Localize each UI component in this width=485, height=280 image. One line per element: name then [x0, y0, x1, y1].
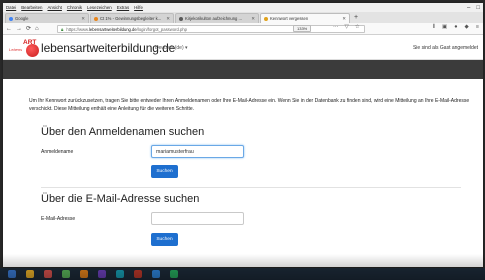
intro-text: Um Ihr Kennwort zurückzusetzen, tragen S…	[29, 98, 470, 112]
photo-backdrop: Datei Bearbeiten Ansicht Chronik Lesezei…	[0, 0, 485, 280]
tab-label: Kirjekorikulton aufzeichnung ...	[185, 16, 243, 21]
section-username-title: Über den Anmeldenamen suchen	[41, 126, 205, 138]
tab-label: Ct 1% - Gewinnungsbegleiter k...	[100, 16, 162, 21]
explorer-icon[interactable]	[26, 270, 34, 278]
home-icon[interactable]: ⌂	[35, 26, 39, 32]
url-bar[interactable]: 🔒︎ https://www. lebensartweiterbildung.d…	[57, 25, 365, 33]
tab-google[interactable]: Google ✕	[5, 13, 89, 23]
maximize-icon[interactable]: □	[476, 5, 480, 11]
search-username-button[interactable]: Suchen	[151, 165, 178, 178]
menu-item-bearbeiten[interactable]: Bearbeiten	[21, 5, 42, 10]
language-selector[interactable]: Deutsch (de) ▾	[155, 45, 188, 51]
menu-item-extras[interactable]: Extras	[117, 5, 129, 10]
app-icon[interactable]	[134, 270, 142, 278]
zoom-indicator[interactable]: 133%	[293, 25, 312, 32]
extension-icon[interactable]: ●	[454, 24, 457, 31]
more-icon[interactable]: ···	[333, 24, 339, 30]
site-header: Lebens ART lebensartweiterbildung.de Deu…	[3, 36, 483, 60]
url-domain: lebensartweiterbildung.de	[88, 26, 137, 32]
tab-kennwort-vergessen[interactable]: Kennwort vergessen ✕	[260, 13, 350, 23]
menu-item-hilfe[interactable]: Hilfe	[134, 5, 143, 10]
header-banner	[3, 60, 483, 79]
app-icon[interactable]	[152, 270, 160, 278]
app-icon[interactable]	[98, 270, 106, 278]
tab-label: Kennwort vergessen	[270, 16, 309, 21]
new-tab-icon[interactable]: +	[354, 14, 358, 21]
menu-item-lesezeichen[interactable]: Lesezeichen	[87, 5, 112, 10]
tab-label: Google	[15, 16, 29, 21]
close-tab-icon[interactable]: ✕	[81, 16, 85, 22]
app-icon[interactable]	[62, 270, 70, 278]
main-content: Um Ihr Kennwort zurückzusetzen, tragen S…	[3, 79, 483, 267]
section-divider	[41, 187, 461, 188]
app-icon[interactable]	[170, 270, 178, 278]
reload-icon[interactable]: ⟳	[26, 25, 31, 32]
minimize-icon[interactable]: –	[467, 5, 470, 11]
menu-bar: Datei Bearbeiten Ansicht Chronik Lesezei…	[3, 3, 483, 12]
sidebar-icon[interactable]: ▣	[442, 24, 447, 31]
menu-item-datei[interactable]: Datei	[6, 5, 16, 10]
bookmark-star-icon[interactable]: ☆	[355, 24, 360, 30]
email-label: E-Mail-Adresse	[41, 216, 76, 222]
email-input[interactable]	[151, 212, 244, 225]
logo-small-text: Lebens	[9, 47, 23, 52]
site-favicon-icon	[264, 16, 268, 21]
url-actions: ··· ▽ ☆	[333, 24, 360, 30]
site-favicon-icon	[179, 16, 183, 21]
extension2-icon[interactable]: ◆	[465, 24, 469, 31]
menu-item-ansicht[interactable]: Ansicht	[48, 5, 62, 10]
logo-circle-icon	[26, 44, 39, 57]
close-tab-icon[interactable]: ✕	[342, 16, 346, 22]
url-prefix: https://www.	[66, 26, 89, 32]
logo-mark-icon: Lebens ART	[9, 39, 41, 57]
browser-window: Datei Bearbeiten Ansicht Chronik Lesezei…	[3, 3, 483, 267]
close-tab-icon[interactable]: ✕	[251, 16, 255, 22]
toolbar-icons: ⫴ ▣ ● ◆ ≡	[433, 24, 479, 31]
url-path: /login/forgot_password.php	[136, 26, 188, 32]
tab-strip: Google ✕ Ct 1% - Gewinnungsbegleiter k..…	[3, 12, 483, 23]
tab-gewinnung[interactable]: Ct 1% - Gewinnungsbegleiter k... ✕	[90, 13, 174, 23]
lock-icon: 🔒︎	[61, 26, 64, 32]
username-input[interactable]: mariamusterfrau	[151, 145, 244, 158]
start-icon[interactable]	[8, 270, 16, 278]
site-favicon-icon	[94, 16, 98, 21]
google-favicon-icon	[9, 16, 13, 21]
pocket-icon[interactable]: ▽	[345, 24, 349, 30]
taskbar	[0, 268, 485, 280]
navigation-bar: ← → ⟳ ⌂ 🔒︎ https://www. lebensartweiterb…	[3, 23, 483, 35]
section-email-title: Über die E-Mail-Adresse suchen	[41, 193, 200, 205]
site-logo[interactable]: Lebens ART lebensartweiterbildung.de	[9, 39, 175, 57]
library-icon[interactable]: ⫴	[433, 24, 435, 31]
app-icon[interactable]	[116, 270, 124, 278]
menu-icon[interactable]: ≡	[476, 24, 479, 31]
tab-aufzeichnung[interactable]: Kirjekorikulton aufzeichnung ... ✕	[175, 13, 259, 23]
login-status: Sie sind als Gast angemeldet	[412, 45, 478, 51]
close-tab-icon[interactable]: ✕	[166, 16, 170, 22]
firefox-icon[interactable]	[80, 270, 88, 278]
window-controls: – □	[467, 3, 480, 12]
app-icon[interactable]	[44, 270, 52, 278]
username-label: Anmeldename	[41, 149, 74, 155]
back-icon[interactable]: ←	[6, 26, 12, 32]
menu-item-chronik[interactable]: Chronik	[67, 5, 82, 10]
search-email-button[interactable]: Suchen	[151, 233, 178, 246]
forward-icon[interactable]: →	[16, 26, 22, 32]
